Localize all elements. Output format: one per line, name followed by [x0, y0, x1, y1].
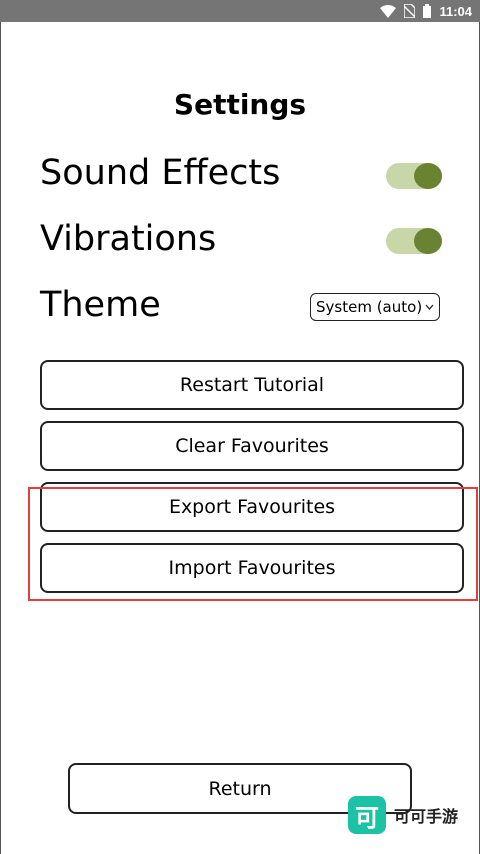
- watermark-logo: 可: [348, 796, 386, 834]
- status-time: 11:04: [439, 3, 472, 19]
- page-title: Settings: [173, 88, 307, 121]
- watermark-text: 可可手游: [394, 807, 459, 826]
- theme-select[interactable]: System (auto): [310, 293, 440, 321]
- wifi-icon: [380, 4, 397, 18]
- theme-label: Theme: [40, 285, 161, 325]
- battery-icon: [423, 4, 432, 18]
- import-favourites-button[interactable]: Import Favourites: [40, 543, 464, 593]
- restart-tutorial-button[interactable]: Restart Tutorial: [40, 360, 464, 410]
- toggle-knob: [414, 228, 442, 254]
- chevron-down-icon: [425, 302, 434, 313]
- toggle-knob: [414, 163, 442, 189]
- status-bar: 11:04: [0, 0, 480, 22]
- vibrations-label: Vibrations: [40, 219, 217, 259]
- no-sim-icon: [404, 4, 416, 18]
- sound-effects-toggle[interactable]: [386, 163, 442, 189]
- sound-effects-label: Sound Effects: [40, 153, 281, 193]
- vibrations-toggle[interactable]: [386, 228, 442, 254]
- clear-favourites-button[interactable]: Clear Favourites: [40, 421, 464, 471]
- export-favourites-button[interactable]: Export Favourites: [40, 482, 464, 532]
- watermark: 可 可可手游: [348, 796, 458, 834]
- theme-select-value: System (auto): [316, 298, 423, 316]
